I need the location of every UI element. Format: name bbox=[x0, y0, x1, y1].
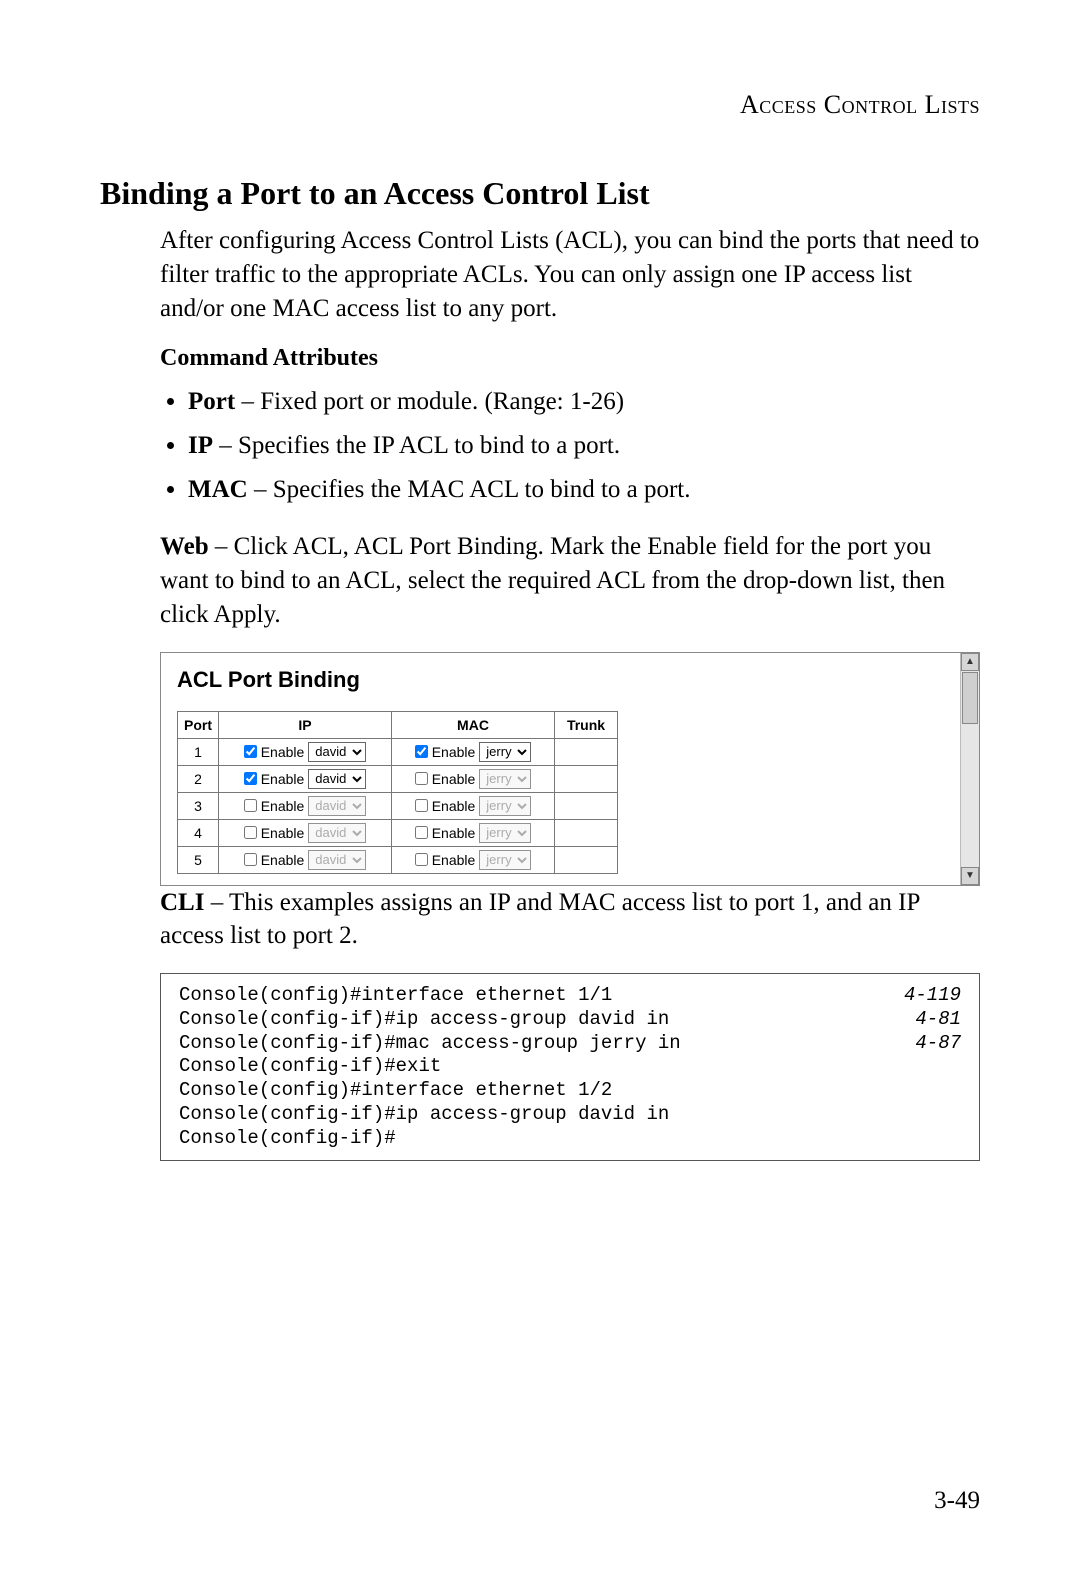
port-cell: 3 bbox=[178, 792, 219, 819]
mac-enable-checkbox[interactable] bbox=[415, 853, 428, 866]
ip-enable-checkbox[interactable] bbox=[244, 799, 257, 812]
mac-enable-checkbox[interactable] bbox=[415, 799, 428, 812]
list-item: Port – Fixed port or module. (Range: 1-2… bbox=[188, 382, 980, 422]
web-paragraph: Web – Click ACL, ACL Port Binding. Mark … bbox=[160, 530, 980, 631]
mac-acl-select[interactable]: jerry bbox=[479, 742, 531, 762]
enable-label: Enable bbox=[261, 852, 305, 868]
ip-enable-checkbox[interactable] bbox=[244, 745, 257, 758]
cli-text: – This examples assigns an IP and MAC ac… bbox=[160, 889, 919, 950]
scrollbar-thumb[interactable] bbox=[962, 672, 978, 724]
ip-acl-select[interactable]: david bbox=[308, 742, 366, 762]
section-title: Binding a Port to an Access Control List bbox=[100, 175, 980, 212]
ip-cell: Enabledavid bbox=[219, 738, 392, 765]
port-cell: 2 bbox=[178, 765, 219, 792]
enable-label: Enable bbox=[432, 798, 476, 814]
mac-acl-select[interactable]: jerry bbox=[479, 823, 531, 843]
ip-cell: Enabledavid bbox=[219, 792, 392, 819]
command-attributes-list: Port – Fixed port or module. (Range: 1-2… bbox=[160, 382, 980, 510]
ip-cell: Enabledavid bbox=[219, 846, 392, 873]
scroll-up-button[interactable]: ▲ bbox=[961, 653, 979, 671]
col-port: Port bbox=[178, 711, 219, 738]
web-lead: Web bbox=[160, 533, 209, 560]
mac-enable-checkbox[interactable] bbox=[415, 826, 428, 839]
acl-table: Port IP MAC Trunk 1EnabledavidEnablejerr… bbox=[177, 711, 618, 874]
panel-title: ACL Port Binding bbox=[177, 667, 955, 693]
table-row: 3EnabledavidEnablejerry bbox=[178, 792, 618, 819]
table-row: 2EnabledavidEnablejerry bbox=[178, 765, 618, 792]
table-row: 1EnabledavidEnablejerry bbox=[178, 738, 618, 765]
trunk-cell bbox=[555, 792, 618, 819]
port-cell: 1 bbox=[178, 738, 219, 765]
cli-paragraph: CLI – This examples assigns an IP and MA… bbox=[160, 886, 980, 954]
col-mac: MAC bbox=[392, 711, 555, 738]
ip-enable-checkbox[interactable] bbox=[244, 853, 257, 866]
ip-acl-select[interactable]: david bbox=[308, 850, 366, 870]
enable-label: Enable bbox=[432, 771, 476, 787]
ip-acl-select[interactable]: david bbox=[308, 796, 366, 816]
enable-label: Enable bbox=[261, 825, 305, 841]
trunk-cell bbox=[555, 765, 618, 792]
table-row: 5EnabledavidEnablejerry bbox=[178, 846, 618, 873]
enable-label: Enable bbox=[432, 825, 476, 841]
mac-acl-select[interactable]: jerry bbox=[479, 769, 531, 789]
col-trunk: Trunk bbox=[555, 711, 618, 738]
mac-cell: Enablejerry bbox=[392, 819, 555, 846]
ip-enable-checkbox[interactable] bbox=[244, 826, 257, 839]
page-number: 3-49 bbox=[934, 1487, 980, 1515]
mac-enable-checkbox[interactable] bbox=[415, 745, 428, 758]
scrollbar-track[interactable]: ▲ ▼ bbox=[960, 653, 979, 885]
cli-lead: CLI bbox=[160, 889, 204, 916]
list-item: MAC – Specifies the MAC ACL to bind to a… bbox=[188, 470, 980, 510]
list-item: IP – Specifies the IP ACL to bind to a p… bbox=[188, 426, 980, 466]
trunk-cell bbox=[555, 846, 618, 873]
trunk-cell bbox=[555, 738, 618, 765]
ip-enable-checkbox[interactable] bbox=[244, 772, 257, 785]
mac-cell: Enablejerry bbox=[392, 738, 555, 765]
enable-label: Enable bbox=[261, 744, 305, 760]
command-attributes-heading: Command Attributes bbox=[160, 345, 980, 372]
ip-cell: Enabledavid bbox=[219, 765, 392, 792]
mac-acl-select[interactable]: jerry bbox=[479, 850, 531, 870]
scroll-down-button[interactable]: ▼ bbox=[961, 867, 979, 885]
enable-label: Enable bbox=[432, 852, 476, 868]
mac-cell: Enablejerry bbox=[392, 792, 555, 819]
mac-acl-select[interactable]: jerry bbox=[479, 796, 531, 816]
attr-desc: – Specifies the IP ACL to bind to a port… bbox=[213, 432, 620, 459]
port-cell: 4 bbox=[178, 819, 219, 846]
trunk-cell bbox=[555, 819, 618, 846]
ip-acl-select[interactable]: david bbox=[308, 769, 366, 789]
acl-port-binding-panel: ▲ ▼ ACL Port Binding Port IP MAC Trunk 1… bbox=[160, 652, 980, 886]
ip-acl-select[interactable]: david bbox=[308, 823, 366, 843]
web-text: – Click ACL, ACL Port Binding. Mark the … bbox=[160, 533, 945, 628]
running-header: Access Control Lists bbox=[100, 90, 980, 120]
attr-desc: – Specifies the MAC ACL to bind to a por… bbox=[248, 476, 691, 503]
attr-desc: – Fixed port or module. (Range: 1-26) bbox=[235, 388, 624, 415]
enable-label: Enable bbox=[261, 771, 305, 787]
attr-term: MAC bbox=[188, 476, 248, 503]
mac-cell: Enablejerry bbox=[392, 846, 555, 873]
enable-label: Enable bbox=[432, 744, 476, 760]
ip-cell: Enabledavid bbox=[219, 819, 392, 846]
attr-term: Port bbox=[188, 388, 235, 415]
port-cell: 5 bbox=[178, 846, 219, 873]
intro-paragraph: After configuring Access Control Lists (… bbox=[160, 224, 980, 325]
table-row: 4EnabledavidEnablejerry bbox=[178, 819, 618, 846]
attr-term: IP bbox=[188, 432, 213, 459]
enable-label: Enable bbox=[261, 798, 305, 814]
mac-enable-checkbox[interactable] bbox=[415, 772, 428, 785]
cli-block: 4-119Console(config)#interface ethernet … bbox=[160, 973, 980, 1161]
mac-cell: Enablejerry bbox=[392, 765, 555, 792]
col-ip: IP bbox=[219, 711, 392, 738]
table-header-row: Port IP MAC Trunk bbox=[178, 711, 618, 738]
